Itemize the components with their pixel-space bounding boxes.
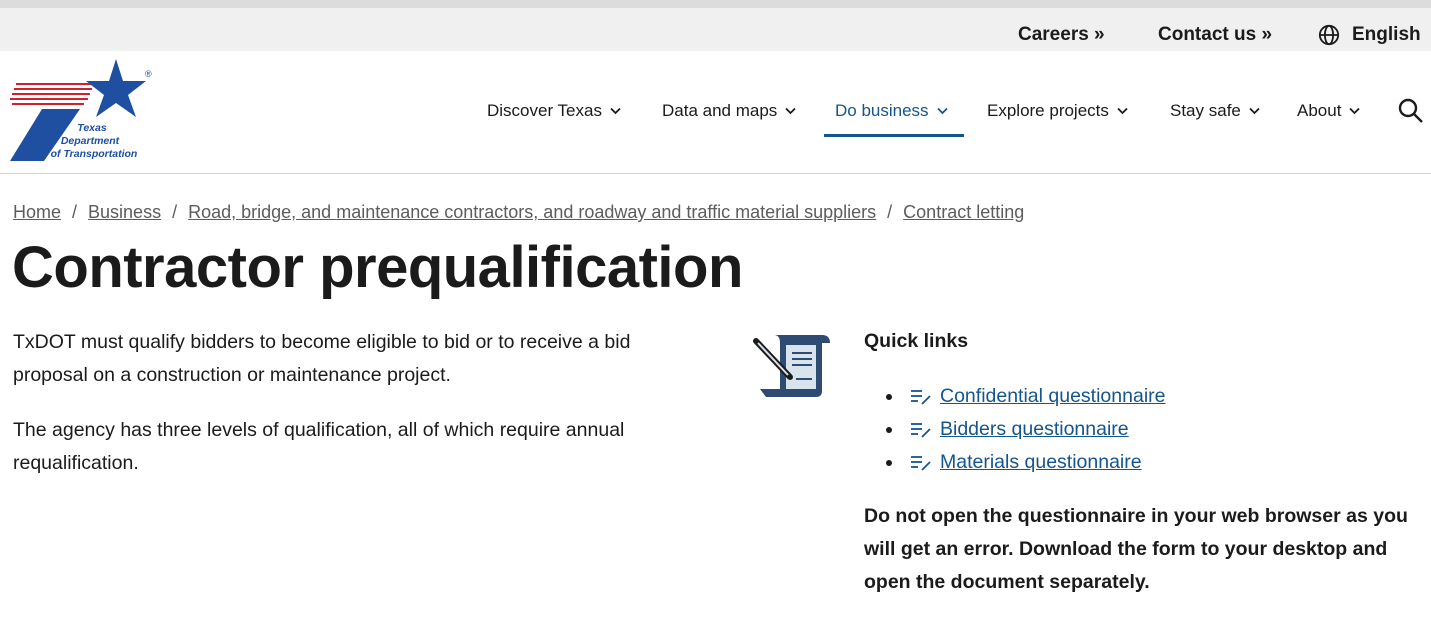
globe-icon [1318,24,1340,46]
utility-bar: Careers » Contact us » English [0,0,1431,51]
logo-text-line-2: Department [61,135,120,147]
breadcrumb-contract-letting[interactable]: Contract letting [903,202,1024,223]
quick-links-list: Confidential questionnaire Bidders quest… [884,380,1166,479]
breadcrumb-separator: / [887,202,893,222]
chevron-down-icon [1249,107,1260,115]
nav-item-about[interactable]: About [1297,101,1361,121]
bidders-questionnaire-link[interactable]: Bidders questionnaire [940,418,1129,441]
list-item: Confidential questionnaire [884,380,1166,413]
language-selector[interactable]: English [1318,24,1421,46]
search-button[interactable] [1397,97,1425,125]
logo-star [86,59,146,117]
bullet [886,426,892,433]
logo-registered-mark: ® [145,69,152,79]
intro-text: TxDOT must qualify bidders to become eli… [13,326,693,480]
intro-paragraph: TxDOT must qualify bidders to become eli… [13,331,631,386]
logo-red-stripes [10,83,94,105]
breadcrumb-contractors[interactable]: Road, bridge, and maintenance contractor… [188,202,876,223]
chevron-down-icon [936,107,948,115]
chevron-down-icon [1117,107,1128,115]
language-label: English [1352,24,1421,45]
search-icon [1398,98,1423,123]
nav-item-stay-safe[interactable]: Stay safe [1170,101,1260,121]
form-edit-icon [911,389,931,405]
nav-item-label: Data and maps [662,101,778,120]
txdot-logo: ® Texas Department of Transportation [10,59,152,161]
form-edit-icon [911,455,931,471]
nav-item-label: Explore projects [987,101,1109,120]
nav-item-data-and-maps[interactable]: Data and maps [662,101,796,121]
chevron-down-icon [610,107,621,115]
logo-text-line-1: Texas [77,122,107,134]
list-item: Bidders questionnaire [884,413,1166,446]
document-scroll-icon [753,335,830,397]
list-item: Materials questionnaire [884,446,1166,479]
chevron-down-icon [785,107,796,115]
breadcrumb: Home / Business / Road, bridge, and main… [13,202,1024,223]
active-nav-indicator [824,134,964,137]
careers-link[interactable]: Careers » [1018,24,1105,46]
site-header: ® Texas Department of Transportation Dis… [0,51,1431,174]
bullet [886,393,892,400]
nav-item-label: Discover Texas [487,101,602,120]
confidential-questionnaire-link[interactable]: Confidential questionnaire [940,385,1166,408]
chevron-down-icon [1349,107,1361,115]
nav-item-do-business[interactable]: Do business [835,101,948,121]
breadcrumb-home[interactable]: Home [13,202,61,223]
breadcrumb-separator: / [172,202,178,222]
nav-item-label: Do business [835,101,929,120]
nav-item-explore-projects[interactable]: Explore projects [987,101,1128,121]
breadcrumb-business[interactable]: Business [88,202,161,223]
materials-questionnaire-link[interactable]: Materials questionnaire [940,451,1142,474]
download-notice: Do not open the questionnaire in your we… [864,505,1408,593]
form-edit-icon [911,422,931,438]
breadcrumb-separator: / [72,202,78,222]
quick-links-heading: Quick links [864,330,969,352]
nav-item-discover-texas[interactable]: Discover Texas [487,101,621,121]
bullet [886,459,892,466]
contact-us-link[interactable]: Contact us » [1158,24,1272,46]
nav-item-label: Stay safe [1170,101,1241,120]
intro-paragraph: The agency has three levels of qualifica… [13,419,625,474]
nav-item-label: About [1297,101,1342,120]
page-title: Contractor prequalification [12,235,743,300]
logo-text-line-3: of Transportation [51,148,138,160]
